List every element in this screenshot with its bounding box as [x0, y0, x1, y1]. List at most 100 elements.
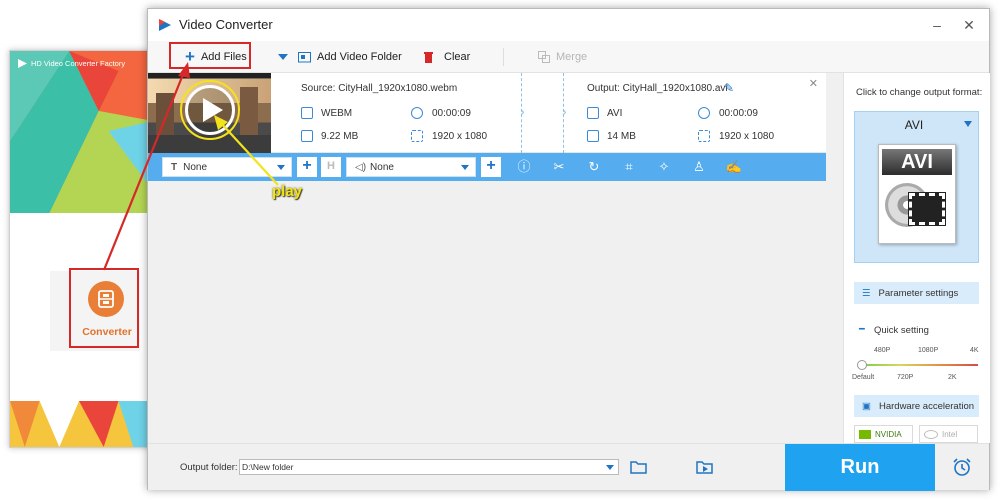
output-size: 14 MB	[607, 131, 636, 142]
source-filename: Source: CityHall_1920x1080.webm	[301, 83, 458, 94]
add-files-dropdown[interactable]	[278, 47, 288, 67]
output-filename: Output: CityHall_1920x1080.avi	[587, 83, 728, 94]
chip-icon: ▣	[862, 400, 871, 412]
quick-setting-icon: ━	[859, 324, 865, 335]
app-logo-icon	[159, 19, 171, 31]
tick-label-bottom: 720P	[897, 374, 914, 381]
file-list-area: Source: CityHall_1920x1080.webm WEBM 00:…	[148, 73, 843, 443]
toolbar: + Add Files Add Video Folder Clear Merge	[148, 41, 989, 73]
nvidia-logo-icon	[859, 429, 871, 439]
resolution-icon	[698, 130, 710, 142]
output-format-selector[interactable]: AVI AVI	[854, 111, 979, 263]
quick-setting-label: Quick setting	[874, 325, 929, 336]
screenshot-stage: HD Video Converter Factory Converter Vid…	[0, 0, 1000, 500]
play-annotation-label: play	[272, 183, 303, 200]
dropdown-arrow-icon	[278, 54, 288, 60]
format-icon	[587, 107, 599, 119]
trash-icon	[424, 52, 433, 63]
toolbar-separator	[503, 48, 504, 66]
remove-file-icon[interactable]: ✕	[809, 77, 818, 90]
open-output-folder-icon[interactable]	[696, 460, 714, 474]
add-files-highlight	[169, 42, 251, 69]
tick-label-top: 4K	[970, 347, 979, 354]
add-audio-button[interactable]: +	[481, 157, 501, 177]
launcher-title-text: HD Video Converter Factory	[31, 59, 126, 68]
clock-icon	[411, 107, 423, 119]
intel-option[interactable]: Intel	[919, 425, 978, 443]
launcher-title: HD Video Converter Factory	[18, 59, 125, 68]
subtitle-select[interactable]: T None	[162, 157, 292, 177]
chevron-down-icon	[461, 165, 469, 170]
intel-label: Intel	[942, 429, 958, 439]
window-title: Video Converter	[179, 17, 273, 32]
output-format-name: AVI	[904, 118, 924, 132]
hardware-acceleration-label: Hardware acceleration	[878, 400, 975, 412]
title-bar: Video Converter – ✕	[148, 9, 989, 41]
sliders-icon: ☰	[862, 287, 871, 299]
tick-label-top: 480P	[874, 347, 891, 354]
subtitle-edit-icon[interactable]: ✍	[725, 158, 743, 176]
merge-button[interactable]: Merge	[538, 47, 587, 67]
output-folder-field[interactable]: D:\New folder	[239, 459, 619, 475]
open-folder-icon[interactable]	[630, 460, 648, 474]
quality-slider-handle[interactable]	[857, 360, 867, 370]
video-thumbnail[interactable]	[148, 73, 271, 153]
launcher-logo-icon	[18, 59, 27, 68]
tick-label-top: 1080P	[918, 347, 939, 354]
bottom-bar: Output folder: D:\New folder Run	[148, 443, 989, 491]
launcher-window: HD Video Converter Factory Converter	[9, 50, 154, 448]
parameter-settings-button[interactable]: ☰ Parameter settings	[854, 282, 979, 304]
launcher-header-art	[10, 51, 153, 213]
clear-label: Clear	[444, 51, 471, 63]
rename-pencil-icon[interactable]: ✎	[724, 81, 734, 95]
avi-card-label: AVI	[882, 149, 952, 175]
clock-icon	[698, 107, 710, 119]
file-item: Source: CityHall_1920x1080.webm WEBM 00:…	[148, 73, 826, 153]
quality-slider-track[interactable]	[861, 364, 978, 366]
subtitle-t-icon: T	[171, 161, 178, 173]
intel-logo-icon	[924, 429, 938, 439]
output-format: AVI	[607, 108, 623, 119]
output-format-prompt: Click to change output format:	[856, 87, 983, 98]
merge-icon	[538, 51, 550, 63]
parameter-settings-label: Parameter settings	[878, 287, 959, 299]
avi-format-icon: AVI	[878, 144, 956, 244]
folder-size-icon	[587, 130, 599, 142]
add-video-folder-label: Add Video Folder	[317, 51, 402, 63]
source-duration: 00:00:09	[432, 108, 471, 119]
scissors-icon[interactable]: ✂	[550, 158, 568, 176]
minimize-button[interactable]: –	[926, 15, 948, 35]
nvidia-option[interactable]: NVIDIA	[854, 425, 913, 443]
format-icon	[301, 107, 313, 119]
run-button[interactable]: Run	[785, 444, 935, 491]
rotate-icon[interactable]: ↻	[585, 158, 603, 176]
chevron-right-icon: ›	[520, 103, 525, 119]
hardware-acceleration-button[interactable]: ▣ Hardware acceleration	[854, 395, 979, 417]
source-size: 9.22 MB	[321, 131, 359, 142]
close-button[interactable]: ✕	[958, 15, 980, 35]
subtitle-value: None	[183, 161, 208, 173]
source-format: WEBM	[321, 108, 353, 119]
info-icon[interactable]: ⓘ	[515, 158, 533, 176]
effect-wand-icon[interactable]: ✧	[655, 158, 673, 176]
launcher-footer-art	[10, 401, 153, 447]
alarm-clock-icon[interactable]	[952, 457, 972, 477]
output-folder-label: Output folder:	[180, 462, 238, 473]
nvidia-label: NVIDIA	[875, 429, 902, 439]
audio-select[interactable]: ◁) None	[346, 157, 476, 177]
tick-label-bottom: Default	[852, 374, 875, 381]
hdr-icon[interactable]: H	[321, 157, 341, 177]
watermark-icon[interactable]: ♙	[690, 158, 708, 176]
add-subtitle-button[interactable]: +	[297, 157, 317, 177]
chevron-down-icon[interactable]	[606, 465, 614, 470]
folder-icon	[298, 52, 311, 63]
crop-icon[interactable]: ⌗	[620, 158, 638, 176]
output-resolution: 1920 x 1080	[719, 131, 775, 142]
chevron-right-icon: ›	[562, 103, 567, 119]
thumbnail-building	[240, 87, 258, 137]
folder-size-icon	[301, 130, 313, 142]
chevron-down-icon	[964, 121, 972, 127]
add-video-folder-button[interactable]: Add Video Folder	[298, 47, 402, 67]
play-highlight-circle	[180, 80, 240, 140]
clear-button[interactable]: Clear	[423, 47, 470, 67]
